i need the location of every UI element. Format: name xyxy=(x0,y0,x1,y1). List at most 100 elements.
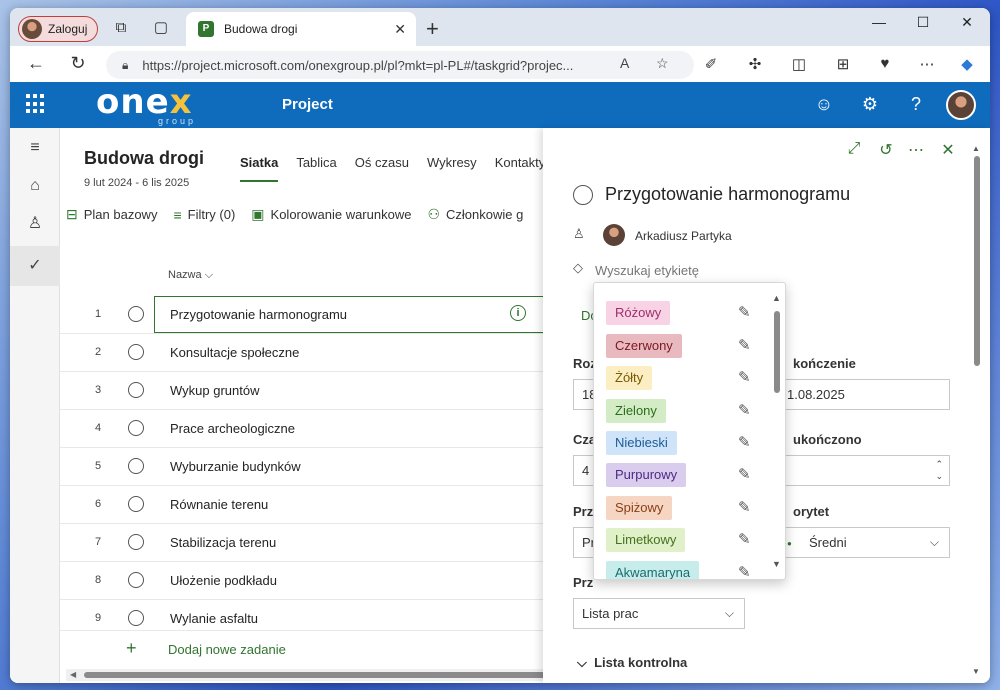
expand-icon[interactable]: ⤢ xyxy=(843,140,865,158)
scroll-thumb[interactable] xyxy=(974,156,980,366)
table-row[interactable]: 6 Równanie terenu xyxy=(60,486,543,524)
tab-timeline[interactable]: Oś czasu xyxy=(355,155,409,182)
horizontal-scrollbar[interactable]: ◀ xyxy=(66,669,546,681)
label-option[interactable]: Akwamaryna xyxy=(606,561,700,579)
percent-done-field[interactable]: ⌃ ⌄ xyxy=(778,455,950,486)
task-name[interactable]: Konsultacje społeczne xyxy=(170,345,299,360)
complete-circle-icon[interactable] xyxy=(128,420,144,436)
task-name[interactable]: Stabilizacja terenu xyxy=(170,535,276,550)
scroll-up-icon[interactable]: ▲ xyxy=(972,144,980,153)
complete-circle-icon[interactable] xyxy=(128,572,144,588)
label-pill[interactable]: Zielony xyxy=(606,399,666,423)
table-row[interactable]: 5 Wyburzanie budynków xyxy=(60,448,543,486)
account-avatar[interactable] xyxy=(946,90,976,120)
task-name[interactable]: Wykup gruntów xyxy=(170,383,259,398)
label-option[interactable]: Niebieski xyxy=(606,431,677,455)
label-pill[interactable]: Purpurowy xyxy=(606,463,687,487)
label-search-input[interactable] xyxy=(595,263,775,278)
tab-charts[interactable]: Wykresy xyxy=(427,155,477,182)
scroll-thumb[interactable] xyxy=(774,311,780,393)
edit-pencil-icon[interactable]: ✎ xyxy=(738,399,751,423)
back-icon[interactable]: ← xyxy=(24,53,48,74)
menu-hamburger-icon[interactable]: ≡ xyxy=(10,128,60,168)
column-header-name[interactable]: Nazwa ⌵ xyxy=(168,269,213,282)
label-pill[interactable]: Spiżowy xyxy=(606,496,673,520)
new-tab-icon[interactable]: + xyxy=(426,16,439,42)
label-pill[interactable]: Akwamaryna xyxy=(606,561,700,579)
home-icon[interactable]: ⌂ xyxy=(10,166,60,206)
table-row[interactable]: 4 Prace archeologiczne xyxy=(60,410,543,448)
complete-circle-icon[interactable] xyxy=(128,306,144,322)
conditional-coloring-button[interactable]: ▣ Kolorowanie warunkowe xyxy=(251,206,411,223)
copilot-icon[interactable]: ◆ xyxy=(956,55,978,73)
panel-scrollbar[interactable]: ▲ ▼ xyxy=(971,144,983,676)
more-icon[interactable]: ⋯ xyxy=(916,55,938,73)
extension-icon[interactable]: ✐ xyxy=(700,55,722,73)
edit-pencil-icon[interactable]: ✎ xyxy=(738,528,751,552)
spinner-icon[interactable]: ⌃ ⌄ xyxy=(935,458,943,482)
label-pill[interactable]: Czerwony xyxy=(606,334,682,358)
task-name[interactable]: Prace archeologiczne xyxy=(170,421,295,436)
complete-circle-icon[interactable] xyxy=(128,382,144,398)
split-screen-icon[interactable]: ◫ xyxy=(788,55,810,73)
puzzle-icon[interactable]: ✣ xyxy=(744,55,766,73)
help-icon[interactable]: ? xyxy=(904,94,928,115)
edit-pencil-icon[interactable]: ✎ xyxy=(738,301,751,325)
edit-pencil-icon[interactable]: ✎ xyxy=(738,463,751,487)
complete-circle-icon[interactable] xyxy=(128,458,144,474)
url-field[interactable]: 🔒︎ https://project.microsoft.com/onexgro… xyxy=(106,51,694,79)
task-name[interactable]: Równanie terenu xyxy=(170,497,268,512)
refresh-icon[interactable]: ↻ xyxy=(66,53,90,74)
settings-gear-icon[interactable]: ⚙ xyxy=(858,94,882,115)
workspaces-icon[interactable]: ⧉ xyxy=(112,19,130,37)
minimize-icon[interactable]: — xyxy=(864,14,894,30)
more-options-icon[interactable]: ⋯ xyxy=(905,140,927,160)
task-complete-circle-icon[interactable] xyxy=(573,185,593,205)
complete-circle-icon[interactable] xyxy=(128,610,144,626)
scroll-up-icon[interactable]: ▲ xyxy=(772,293,781,303)
table-row[interactable]: 8 Ułożenie podkładu xyxy=(60,562,543,600)
complete-circle-icon[interactable] xyxy=(128,344,144,360)
assign-person-icon[interactable]: ♙ xyxy=(573,226,585,242)
checklist-section[interactable]: ⌵ Lista kontrolna xyxy=(577,655,687,671)
task-name[interactable]: Ułożenie podkładu xyxy=(170,573,277,588)
task-name[interactable]: Przygotowanie harmonogramu xyxy=(170,307,347,322)
scroll-left-icon[interactable]: ◀ xyxy=(70,669,76,681)
edit-pencil-icon[interactable]: ✎ xyxy=(738,334,751,358)
info-icon[interactable]: i xyxy=(510,305,526,321)
baseline-button[interactable]: ⊟ Plan bazowy xyxy=(66,206,157,223)
browser-essentials-icon[interactable]: ♥ xyxy=(874,55,896,72)
scroll-down-icon[interactable]: ▼ xyxy=(972,667,980,676)
tab-siatka[interactable]: Siatka xyxy=(240,155,279,182)
label-option[interactable]: Zielony xyxy=(606,399,666,423)
edit-pencil-icon[interactable]: ✎ xyxy=(738,366,751,390)
complete-circle-icon[interactable] xyxy=(128,496,144,512)
app-launcher-icon[interactable] xyxy=(26,94,46,114)
label-pill[interactable]: Żółty xyxy=(606,366,653,390)
scroll-thumb[interactable] xyxy=(84,672,546,678)
scroll-down-icon[interactable]: ▼ xyxy=(772,559,781,569)
favorite-star-icon[interactable]: ☆ xyxy=(656,55,669,72)
task-name[interactable]: Wyburzanie budynków xyxy=(170,459,301,474)
table-row[interactable]: 7 Stabilizacja terenu xyxy=(60,524,543,562)
label-option[interactable]: Różowy xyxy=(606,301,671,325)
history-icon[interactable]: ↺ xyxy=(875,140,897,160)
label-option[interactable]: Czerwony xyxy=(606,334,682,358)
tab-tablica[interactable]: Tablica xyxy=(296,155,336,182)
close-window-icon[interactable]: ✕ xyxy=(952,14,982,31)
label-option[interactable]: Limetkowy xyxy=(606,528,686,552)
filters-button[interactable]: ≡ Filtry (0) xyxy=(173,206,235,223)
profile-button[interactable]: Zaloguj xyxy=(18,16,98,42)
task-title[interactable]: Przygotowanie harmonogramu xyxy=(605,184,850,205)
edit-pencil-icon[interactable]: ✎ xyxy=(738,561,751,579)
label-pill[interactable]: Limetkowy xyxy=(606,528,686,552)
tab-close-icon[interactable]: ✕ xyxy=(394,21,406,38)
label-pill[interactable]: Niebieski xyxy=(606,431,677,455)
table-row[interactable]: 1 Przygotowanie harmonogramu i xyxy=(60,296,546,334)
tab-actions-icon[interactable]: ▢ xyxy=(152,19,170,37)
bucket-dropdown[interactable]: Lista prac ⌵ xyxy=(573,598,745,629)
table-row[interactable]: 2 Konsultacje społeczne xyxy=(60,334,543,372)
label-option[interactable]: Spiżowy xyxy=(606,496,673,520)
label-option[interactable]: Żółty xyxy=(606,366,653,390)
tab-contacts[interactable]: Kontakty xyxy=(495,155,546,182)
